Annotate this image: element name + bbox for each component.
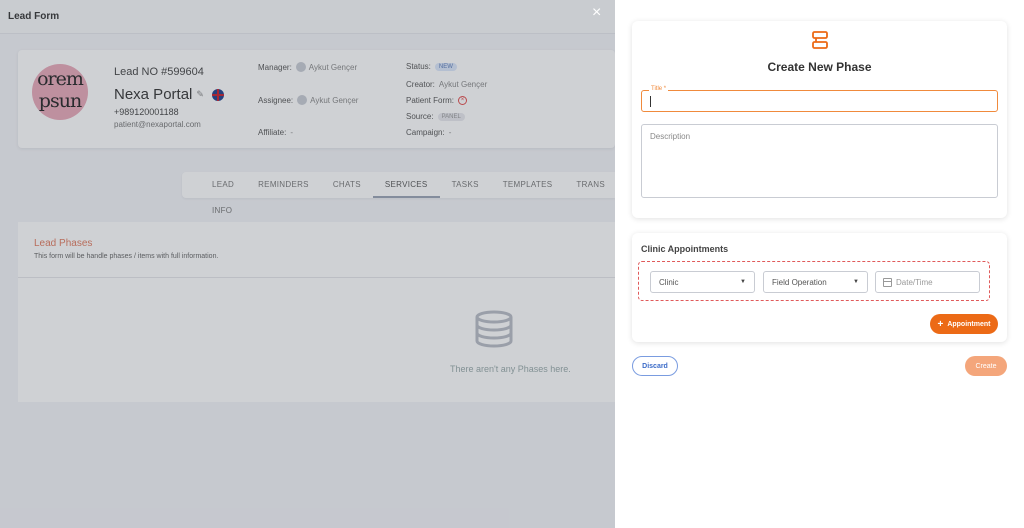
appointments-title: Clinic Appointments bbox=[641, 244, 729, 254]
phase-details-card: Create New Phase Title * Description bbox=[632, 21, 1007, 218]
date-time-input[interactable]: Date/Time bbox=[875, 271, 980, 293]
modal-backdrop[interactable] bbox=[0, 0, 615, 528]
appointment-row: Clinic ▼ Field Operation ▼ Date/Time bbox=[638, 261, 990, 301]
create-button[interactable]: Create bbox=[965, 356, 1007, 376]
close-icon[interactable]: × bbox=[592, 5, 601, 21]
description-input[interactable]: Description bbox=[641, 124, 998, 198]
title-input[interactable]: Title * bbox=[641, 86, 998, 112]
title-label: Title * bbox=[649, 86, 669, 92]
clinic-appointments-card: Clinic Appointments Clinic ▼ Field Opera… bbox=[632, 233, 1007, 342]
add-appointment-button[interactable]: + Appointment bbox=[930, 314, 998, 334]
plus-icon: + bbox=[937, 318, 944, 330]
discard-button[interactable]: Discard bbox=[632, 356, 678, 376]
chevron-down-icon: ▼ bbox=[853, 279, 859, 285]
chevron-down-icon: ▼ bbox=[740, 279, 746, 285]
field-operation-select[interactable]: Field Operation ▼ bbox=[763, 271, 868, 293]
panel-title: Create New Phase bbox=[767, 60, 872, 74]
lead-form-page: Lead Form orem psun Lead NO #599604 Nexa … bbox=[0, 0, 615, 528]
description-placeholder: Description bbox=[650, 132, 691, 141]
phase-icon bbox=[812, 31, 828, 49]
text-cursor bbox=[650, 96, 651, 107]
calendar-icon bbox=[883, 277, 892, 287]
clinic-select[interactable]: Clinic ▼ bbox=[650, 271, 755, 293]
create-phase-panel: Create New Phase Title * Description Cli… bbox=[615, 0, 1024, 528]
